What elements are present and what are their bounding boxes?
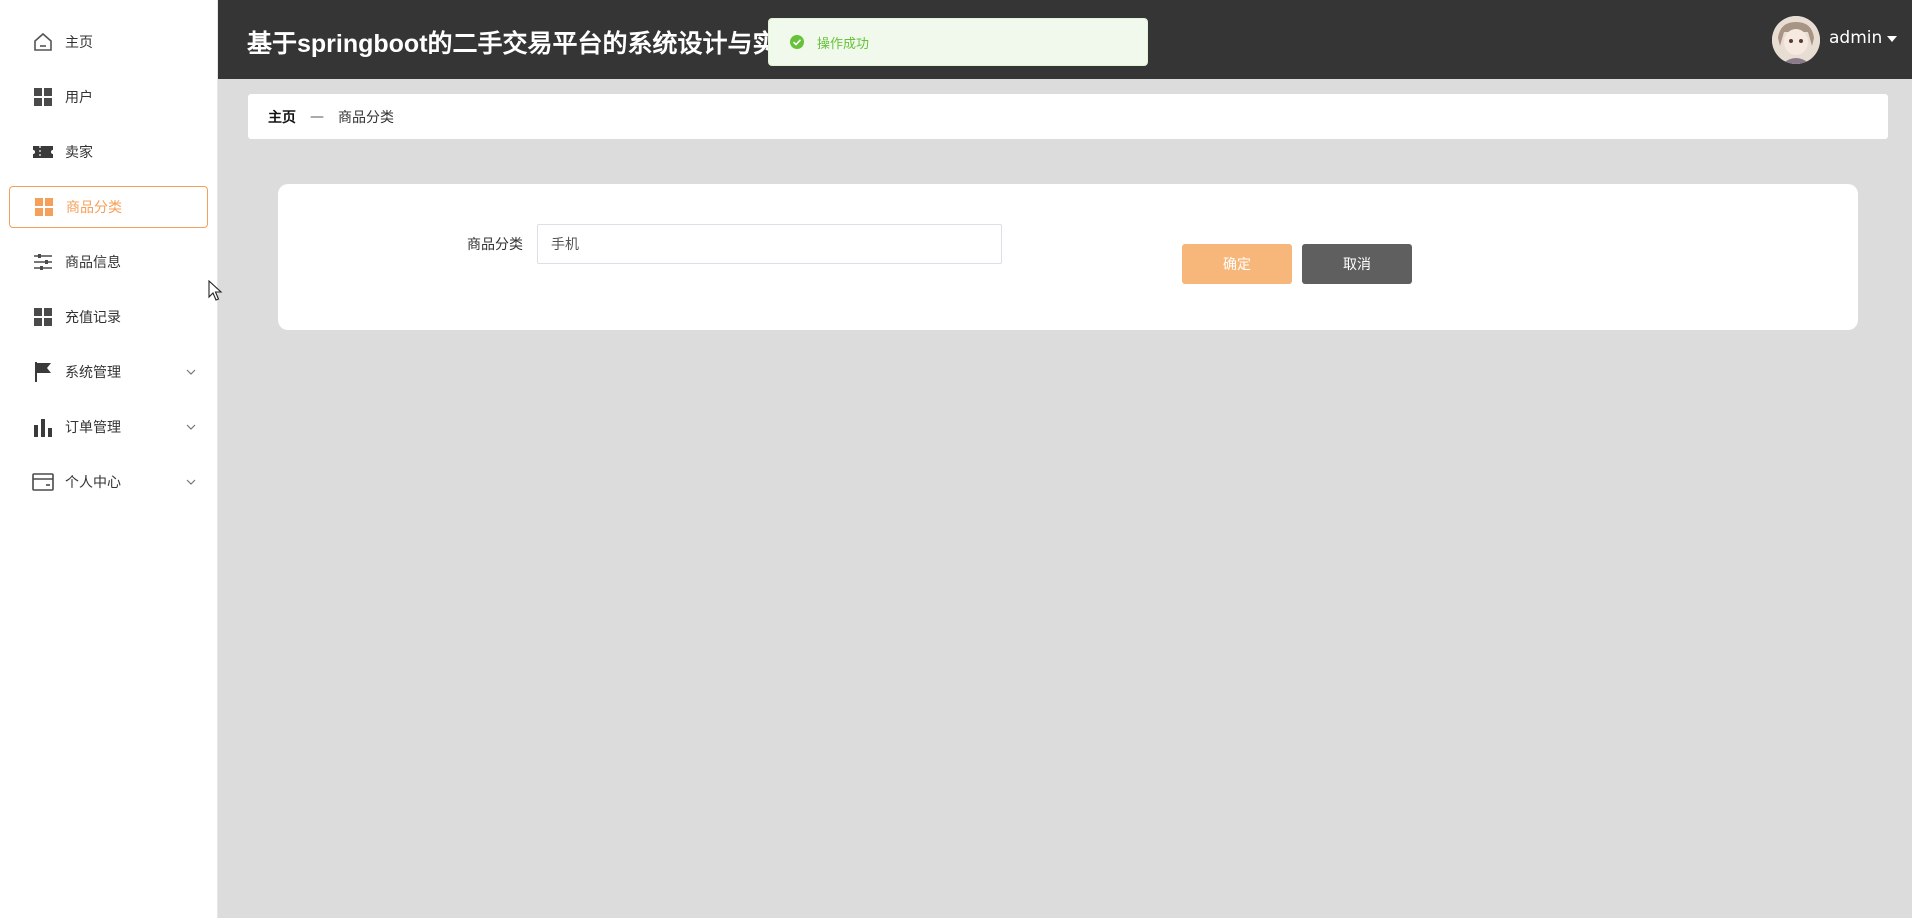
breadcrumb-separator: — bbox=[310, 108, 324, 125]
cancel-button[interactable]: 取消 bbox=[1302, 244, 1412, 284]
sliders-icon bbox=[31, 250, 55, 274]
category-input[interactable] bbox=[537, 224, 1002, 264]
flag-icon bbox=[31, 360, 55, 384]
sidebar-item-users[interactable]: 用户 bbox=[9, 76, 208, 118]
grid-icon bbox=[31, 85, 55, 109]
sidebar-item-personal-center[interactable]: 个人中心 bbox=[9, 461, 208, 503]
check-circle-icon bbox=[790, 35, 804, 49]
chevron-down-icon bbox=[186, 369, 196, 375]
sidebar-item-label: 商品分类 bbox=[66, 200, 122, 216]
breadcrumb-home[interactable]: 主页 bbox=[268, 107, 296, 127]
sidebar-item-label: 订单管理 bbox=[65, 420, 121, 436]
sidebar-item-label: 商品信息 bbox=[65, 255, 121, 271]
grid-icon bbox=[32, 195, 56, 219]
sidebar-item-recharge-records[interactable]: 充值记录 bbox=[9, 296, 208, 338]
ticket-icon bbox=[31, 140, 55, 164]
sidebar: 主页 用户 卖家 商品分类 商品信息 充值记录 系统管理 订单管理 个人中心 bbox=[0, 0, 218, 918]
breadcrumb-current: 商品分类 bbox=[338, 109, 394, 126]
chevron-down-icon bbox=[186, 479, 196, 485]
sidebar-item-label: 系统管理 bbox=[65, 365, 121, 381]
category-field-label: 商品分类 bbox=[467, 237, 523, 253]
breadcrumb: 主页 — 商品分类 bbox=[248, 94, 1888, 139]
mouse-cursor-icon bbox=[208, 280, 223, 301]
home-icon bbox=[31, 30, 55, 54]
bar-chart-icon bbox=[31, 415, 55, 439]
sidebar-item-product-info[interactable]: 商品信息 bbox=[9, 241, 208, 283]
sidebar-item-label: 充值记录 bbox=[65, 310, 121, 326]
app-title: 基于springboot的二手交易平台的系统设计与实现 bbox=[247, 30, 803, 58]
avatar[interactable] bbox=[1772, 16, 1820, 64]
sidebar-item-label: 用户 bbox=[65, 90, 93, 106]
toast-message: 操作成功 bbox=[817, 36, 870, 52]
success-toast: 操作成功 bbox=[768, 18, 1148, 66]
sidebar-item-order-management[interactable]: 订单管理 bbox=[9, 406, 208, 448]
sidebar-item-system-management[interactable]: 系统管理 bbox=[9, 351, 208, 393]
sidebar-item-label: 主页 bbox=[65, 35, 93, 51]
confirm-button[interactable]: 确定 bbox=[1182, 244, 1292, 284]
sidebar-item-home[interactable]: 主页 bbox=[9, 21, 208, 63]
category-form-card: 商品分类 确定 取消 bbox=[278, 184, 1858, 330]
sidebar-item-label: 个人中心 bbox=[65, 475, 121, 491]
sidebar-item-label: 卖家 bbox=[65, 145, 93, 161]
sidebar-item-product-category[interactable]: 商品分类 bbox=[9, 186, 208, 228]
sidebar-item-sellers[interactable]: 卖家 bbox=[9, 131, 208, 173]
grid-icon bbox=[31, 305, 55, 329]
caret-down-icon[interactable] bbox=[1886, 34, 1898, 44]
card-icon bbox=[31, 470, 55, 494]
chevron-down-icon bbox=[186, 424, 196, 430]
user-name[interactable]: admin bbox=[1829, 28, 1882, 48]
